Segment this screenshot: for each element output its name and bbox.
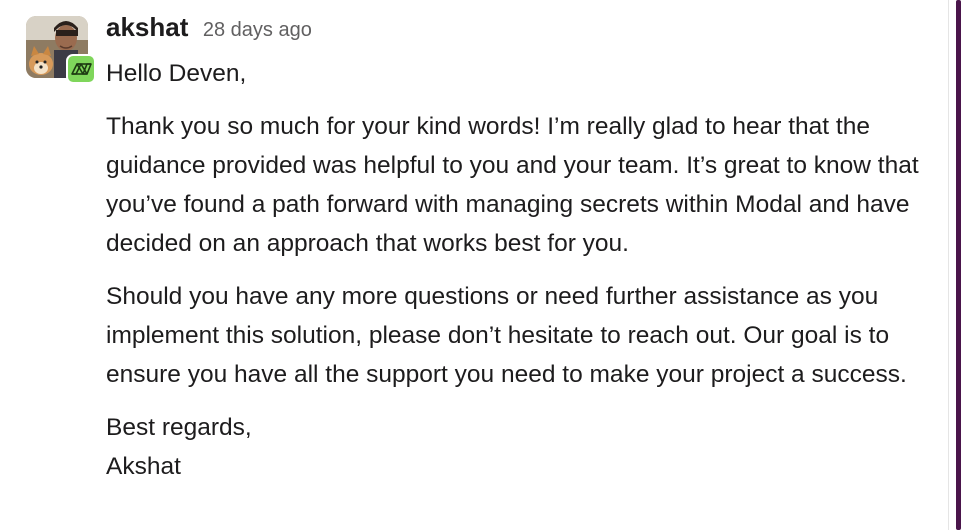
greeting-paragraph: Hello Deven, xyxy=(106,60,247,87)
message-paragraph: Should you have any more questions or ne… xyxy=(106,283,907,388)
message-body: Hello Deven, Thank you so much for your … xyxy=(106,54,936,486)
message-header: akshat 28 days ago xyxy=(106,12,312,46)
modal-logo-icon xyxy=(71,63,92,75)
message-timestamp[interactable]: 28 days ago xyxy=(203,19,312,41)
closing-line: Best regards, xyxy=(106,414,252,441)
signature-line: Akshat xyxy=(106,453,181,480)
modal-app-badge xyxy=(66,54,96,84)
scrollbar-thumb[interactable] xyxy=(956,0,961,530)
author-name[interactable]: akshat xyxy=(106,12,188,42)
scrollbar[interactable] xyxy=(948,0,964,530)
chat-message: akshat 28 days ago Hello Deven, Thank yo… xyxy=(0,0,940,530)
message-paragraph: Thank you so much for your kind words! I… xyxy=(106,113,919,257)
scrollbar-track xyxy=(948,0,949,530)
